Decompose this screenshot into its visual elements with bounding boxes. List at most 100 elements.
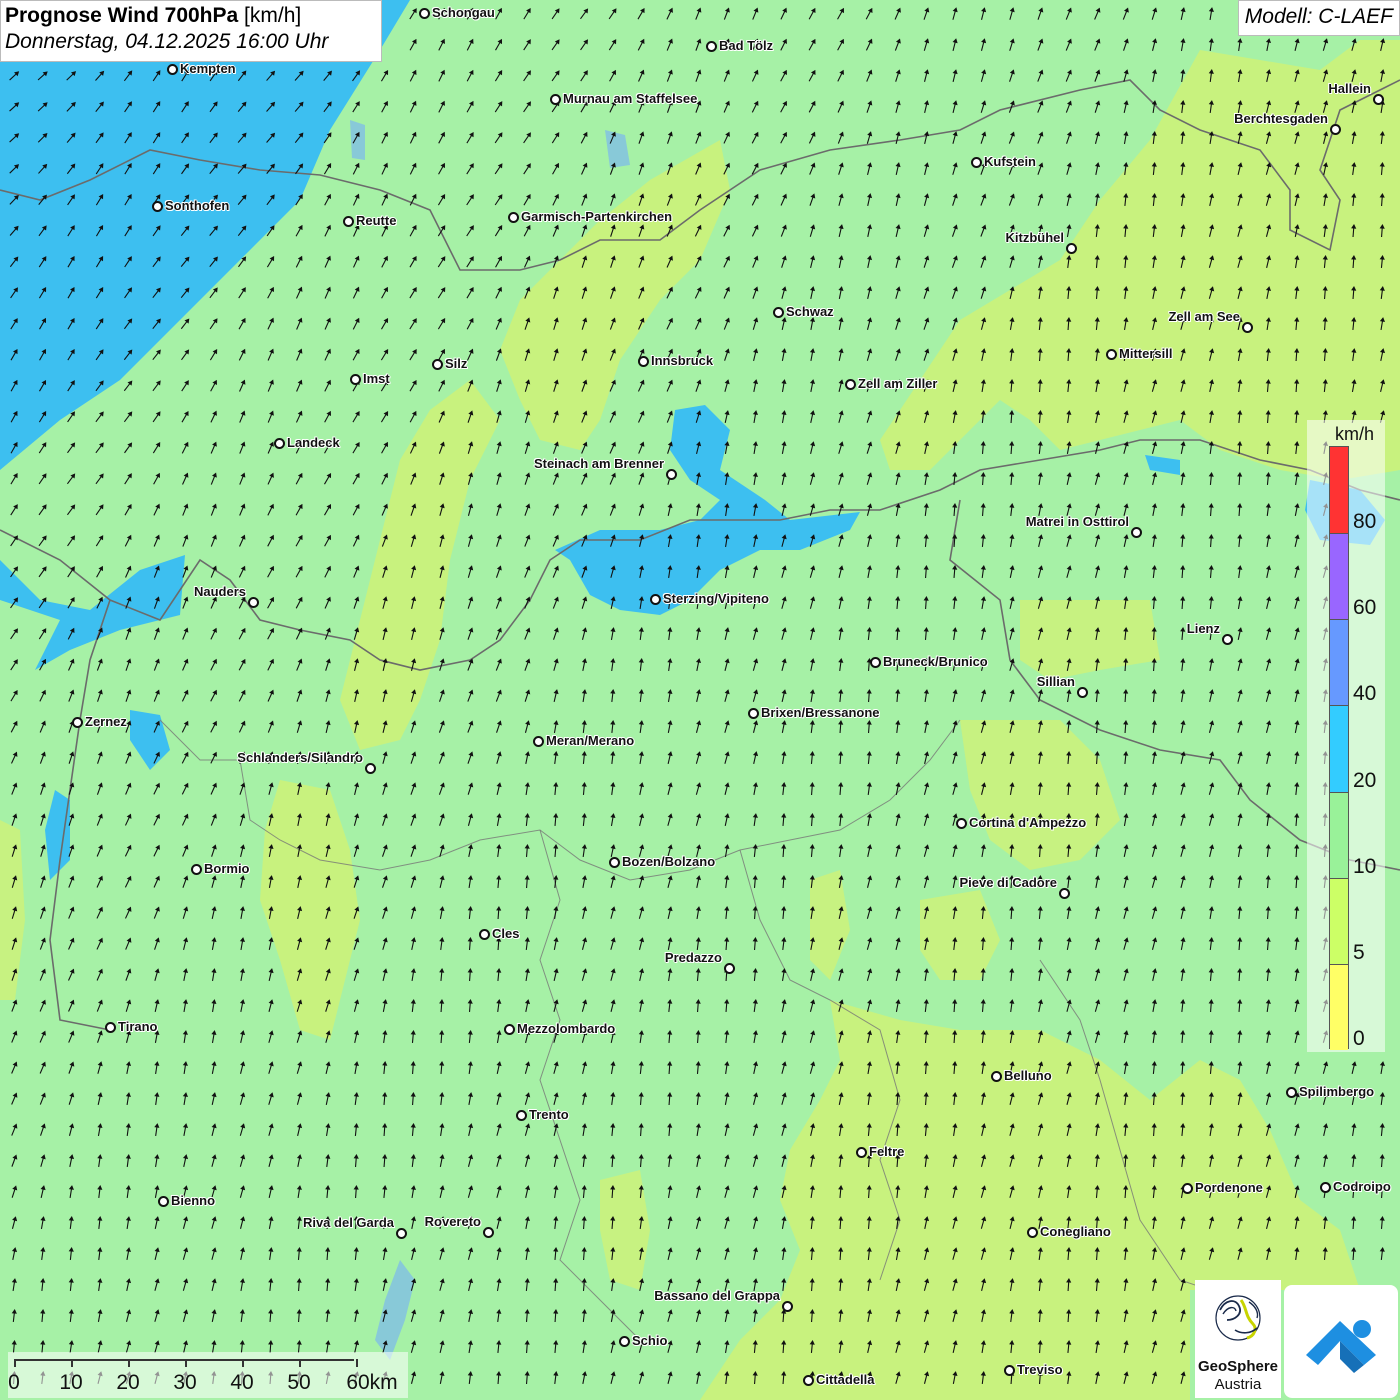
arrow-up-icon [1123,627,1129,641]
arrow-up-icon [1266,1216,1272,1229]
arrow-up-icon [125,689,132,702]
arrow-up-icon [753,751,759,764]
arrow-up-icon [410,503,417,516]
arrow-up-icon [467,720,474,733]
arrow-up-icon [552,193,559,206]
arrow-up-icon [1322,1247,1328,1261]
arrow-up-icon [1094,7,1101,20]
arrow-up-icon [724,782,730,795]
arrow-up-icon [638,193,645,206]
arrow-up-icon [952,1092,958,1106]
arrow-up-icon [552,596,559,609]
arrow-up-icon [11,1061,18,1074]
arrow-up-icon [838,627,844,641]
arrow-up-icon [10,441,18,454]
arrow-up-icon [96,937,103,950]
arrow-up-icon [1265,193,1272,206]
arrow-up-icon [1180,441,1186,454]
arrow-up-icon [838,255,844,268]
arrow-up-icon [580,70,588,82]
arrow-up-icon [296,1309,302,1323]
arrow-up-icon [753,1216,759,1229]
arrow-up-icon [381,131,388,144]
arrow-up-icon [1265,720,1272,733]
arrow-up-icon [610,565,616,578]
arrow-up-icon [1037,1278,1043,1292]
arrow-up-icon [1123,162,1129,176]
arrow-up-icon [237,70,247,82]
arrow-up-icon [1265,38,1272,51]
arrow-up-icon [781,782,787,796]
arrow-up-icon [210,503,217,516]
arrow-up-icon [1265,472,1271,486]
arrow-up-icon [496,1154,502,1167]
arrow-up-icon [68,1185,74,1199]
arrow-up-icon [1066,968,1072,981]
arrow-up-icon [96,596,103,609]
arrow-up-icon [1180,1061,1186,1075]
arrow-up-icon [1265,906,1271,920]
city-marker [1242,322,1253,333]
arrow-up-icon [125,565,132,578]
arrow-up-icon [11,1123,18,1136]
legend-class-label: 5 [1353,940,1365,964]
scale-tick [185,1359,187,1367]
arrow-up-icon [1237,472,1243,486]
arrow-up-icon [581,782,587,796]
arrow-up-icon [553,1247,559,1261]
arrow-up-icon [496,1247,502,1260]
arrow-up-icon [266,225,275,237]
arrow-up-icon [410,658,417,671]
arrow-up-icon [37,71,48,81]
arrow-up-icon [1351,1154,1357,1168]
arrow-up-icon [467,1309,474,1322]
arrow-up-icon [1037,162,1044,175]
arrow-up-icon [838,720,844,734]
arrow-up-icon [382,1278,388,1291]
city-marker [638,356,649,367]
arrow-up-icon [95,473,104,485]
arrow-up-icon [695,658,702,671]
arrow-up-icon [382,1154,388,1168]
arrow-up-icon [410,720,417,733]
city-marker [152,201,163,212]
arrow-up-icon [581,534,588,547]
arrow-up-icon [980,255,987,268]
arrow-up-icon [609,131,616,144]
legend-color-bar [1329,446,1349,1050]
arrow-up-icon [1180,348,1186,361]
arrow-up-icon [439,534,445,547]
arrow-up-icon [210,813,217,826]
arrow-up-icon [10,597,19,609]
weather-app-icon[interactable] [1284,1285,1398,1398]
arrow-up-icon [694,317,702,330]
arrow-up-icon [952,69,958,82]
arrow-up-icon [809,1061,816,1074]
arrow-up-icon [1151,255,1157,269]
arrow-up-icon [638,1185,644,1199]
arrow-up-icon [695,1061,701,1075]
arrow-up-icon [1066,1371,1072,1385]
arrow-up-icon [324,410,331,423]
arrow-up-icon [1294,503,1300,516]
arrow-up-icon [923,999,929,1013]
arrow-up-icon [866,503,873,516]
arrow-up-icon [210,379,217,392]
arrow-up-icon [1266,69,1272,82]
arrow-up-icon [68,1309,74,1323]
arrow-up-icon [752,720,759,733]
arrow-up-icon [781,1185,787,1198]
arrow-up-icon [1294,689,1300,702]
arrow-up-icon [952,782,958,795]
arrow-up-icon [267,627,274,640]
arrow-up-icon [68,906,75,919]
arrow-up-icon [1237,441,1243,455]
arrow-up-icon [781,1030,787,1043]
arrow-up-icon [9,71,20,81]
arrow-up-icon [553,937,559,950]
arrow-up-icon [380,410,389,423]
arrow-up-icon [1066,1309,1072,1323]
arrow-up-icon [180,225,190,237]
arrow-up-icon [1265,968,1271,982]
arrow-up-icon [152,287,161,299]
